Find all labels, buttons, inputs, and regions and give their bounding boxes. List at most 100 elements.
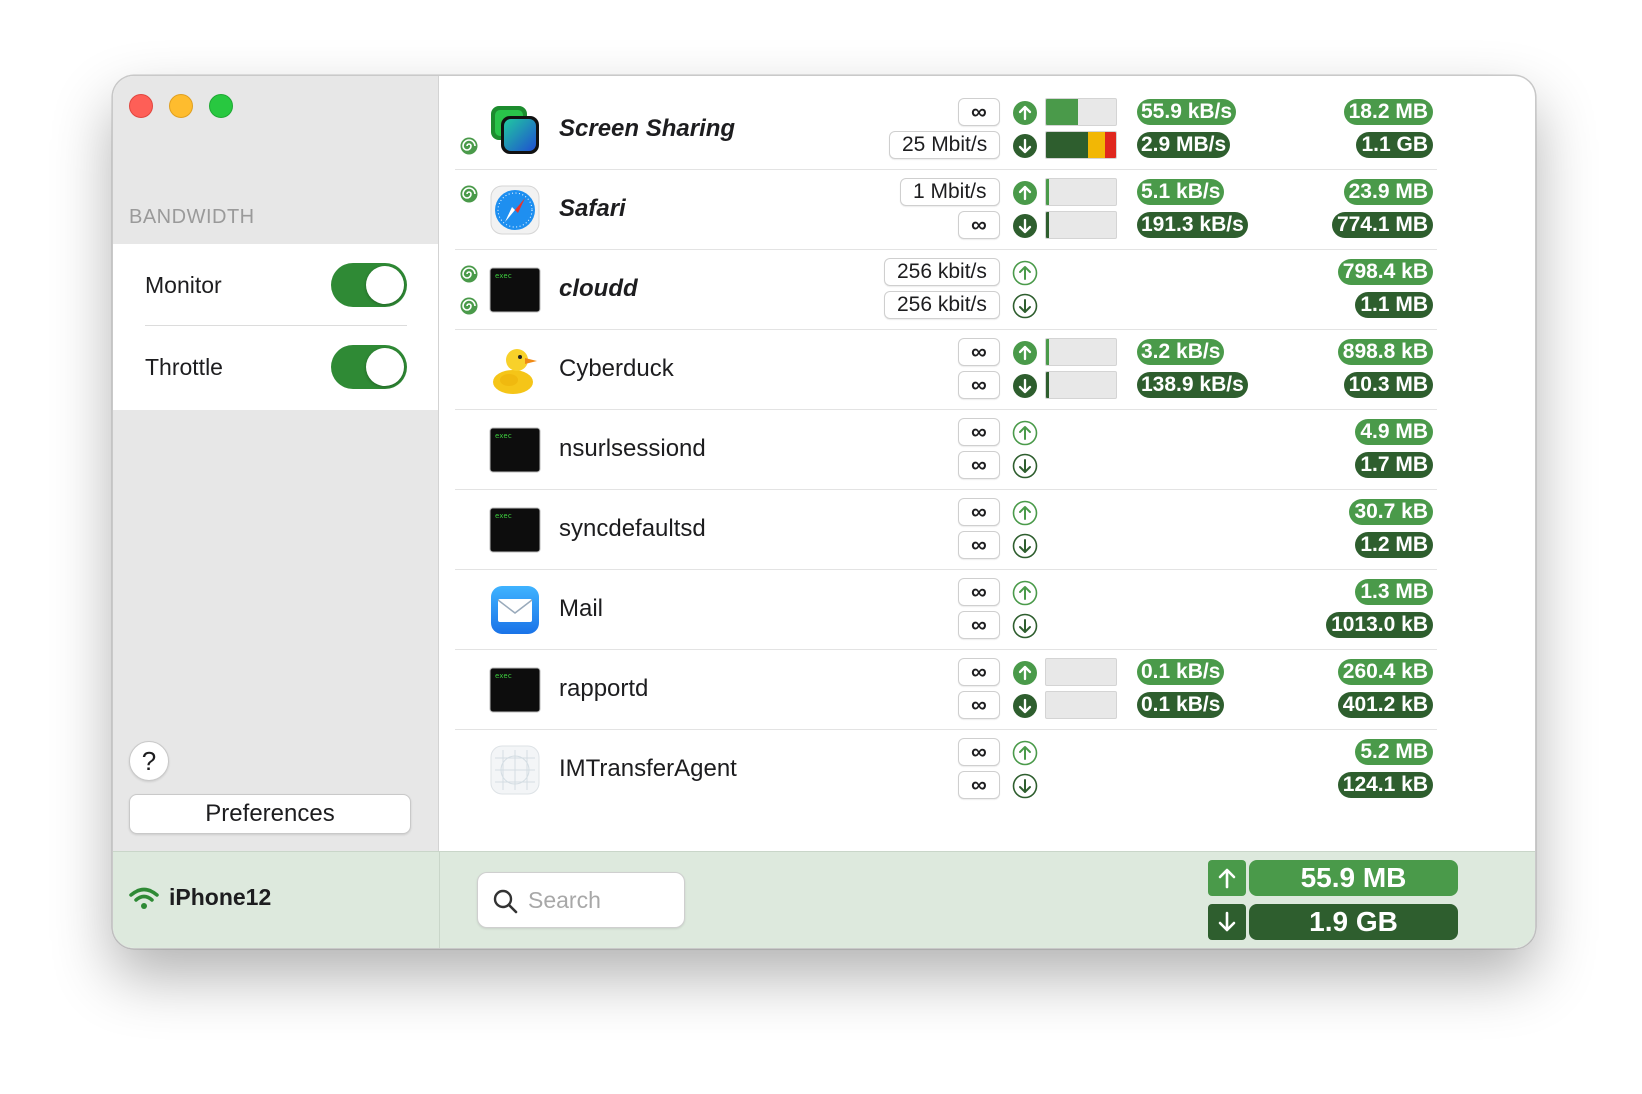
download-total: 124.1 kB: [1337, 772, 1433, 798]
download-total: 774.1 MB: [1331, 212, 1433, 238]
download-total: 10.3 MB: [1343, 372, 1433, 398]
throttle-indicators: [455, 410, 481, 490]
download-total-arrow: [1208, 904, 1246, 940]
throttle-indicators: [455, 730, 481, 810]
svg-text:exec: exec: [495, 432, 512, 440]
arrow-down-icon: [1012, 293, 1038, 319]
snail-icon: [459, 296, 479, 316]
upload-meter: [1045, 658, 1117, 686]
arrow-down-icon: [1012, 773, 1038, 799]
app-name: cloudd: [559, 275, 638, 302]
preferences-button[interactable]: Preferences: [129, 794, 411, 834]
download-limit-field[interactable]: ∞: [958, 771, 1000, 799]
download-limit-field[interactable]: 256 kbit/s: [884, 291, 1000, 319]
download-meter-fill: [1046, 212, 1049, 238]
app-list: Screen Sharing ∞ 25 Mbit/s 55.9 kB/s 2.9 MB/…: [455, 90, 1437, 810]
app-row[interactable]: Safari 1 Mbit/s ∞ 5.1 kB/s 191.3 kB/s 23.9 MB…: [455, 170, 1437, 250]
arrow-up-icon: [1012, 420, 1038, 446]
upload-limit-field[interactable]: ∞: [958, 658, 1000, 686]
exec-icon: exec: [489, 664, 541, 716]
svg-text:exec: exec: [495, 672, 512, 680]
app-row[interactable]: exec nsurlsessiond ∞ ∞ 4.9 MB 1.7 MB: [455, 410, 1437, 490]
throttle-indicators: [455, 650, 481, 730]
app-window: BANDWIDTH Monitor Throttle ? Preferences…: [112, 75, 1536, 949]
upload-rate: 0.1 kB/s: [1137, 659, 1225, 685]
total-upload: 55.9 MB: [1208, 860, 1458, 896]
download-meter: [1045, 211, 1117, 239]
monitor-toggle[interactable]: [331, 263, 407, 307]
section-title-bandwidth: BANDWIDTH: [129, 206, 255, 228]
throttle-indicators: [455, 90, 481, 170]
upload-total: 798.4 kB: [1337, 259, 1433, 285]
sidebar: BANDWIDTH Monitor Throttle ? Preferences: [113, 76, 439, 851]
download-limit-field[interactable]: ∞: [958, 451, 1000, 479]
exec-icon: exec: [489, 264, 541, 316]
arrow-up-icon: [1218, 868, 1236, 889]
search-icon: [493, 889, 518, 914]
app-row[interactable]: exec rapportd ∞ ∞ 0.1 kB/s 0.1 kB/s 260.4 kB 40…: [455, 650, 1437, 730]
upload-limit-field[interactable]: ∞: [958, 498, 1000, 526]
minimize-window-button[interactable]: [169, 94, 193, 118]
app-row[interactable]: Screen Sharing ∞ 25 Mbit/s 55.9 kB/s 2.9 MB/…: [455, 90, 1437, 170]
throttle-indicators: [455, 490, 481, 570]
download-limit-field[interactable]: ∞: [958, 211, 1000, 239]
upload-total: 4.9 MB: [1355, 419, 1433, 445]
download-limit-field[interactable]: ∞: [958, 691, 1000, 719]
upload-rate: 3.2 kB/s: [1137, 339, 1225, 365]
search-input[interactable]: [528, 883, 678, 917]
download-total: 1.1 MB: [1355, 292, 1433, 318]
download-limit-field[interactable]: 25 Mbit/s: [889, 131, 1001, 159]
download-meter: [1045, 691, 1117, 719]
footer-divider: [439, 852, 440, 948]
app-row[interactable]: Mail ∞ ∞ 1.3 MB 1013.0 kB: [455, 570, 1437, 650]
close-window-button[interactable]: [129, 94, 153, 118]
cyberduck-icon: [489, 344, 541, 396]
app-row[interactable]: Cyberduck ∞ ∞ 3.2 kB/s 138.9 kB/s 898.8 kB 10.…: [455, 330, 1437, 410]
upload-limit-field[interactable]: 1 Mbit/s: [900, 178, 1000, 206]
app-row[interactable]: exec syncdefaultsd ∞ ∞ 30.7 kB 1.2 MB: [455, 490, 1437, 570]
upload-limit-field[interactable]: ∞: [958, 98, 1000, 126]
upload-limit-field[interactable]: ∞: [958, 738, 1000, 766]
upload-total: 23.9 MB: [1343, 179, 1433, 205]
search-field[interactable]: [477, 872, 685, 928]
app-row[interactable]: IMTransferAgent ∞ ∞ 5.2 MB 124.1 kB: [455, 730, 1437, 810]
total-download-value: 1.9 GB: [1249, 904, 1458, 940]
arrow-down-icon: [1012, 693, 1038, 719]
upload-limit-field[interactable]: ∞: [958, 338, 1000, 366]
app-name: nsurlsessiond: [559, 435, 706, 462]
upload-total: 898.8 kB: [1337, 339, 1433, 365]
upload-limit-field[interactable]: ∞: [958, 418, 1000, 446]
device-name: iPhone12: [169, 884, 272, 910]
download-rate: 2.9 MB/s: [1137, 132, 1231, 158]
total-upload-value: 55.9 MB: [1249, 860, 1458, 896]
arrow-up-icon: [1012, 340, 1038, 366]
download-limit-field[interactable]: ∞: [958, 371, 1000, 399]
download-rate: 191.3 kB/s: [1137, 212, 1248, 238]
zoom-window-button[interactable]: [209, 94, 233, 118]
app-row[interactable]: exec cloudd 256 kbit/s 256 kbit/s 798.4 kB 1.…: [455, 250, 1437, 330]
bandwidth-settings-panel: Monitor Throttle: [113, 244, 438, 410]
total-download: 1.9 GB: [1208, 904, 1458, 940]
upload-total: 5.2 MB: [1355, 739, 1433, 765]
download-meter-fill: [1046, 372, 1049, 398]
arrow-down-icon: [1012, 613, 1038, 639]
download-total: 1.1 GB: [1356, 132, 1433, 158]
throttle-setting-row: Throttle: [145, 326, 407, 408]
download-limit-field[interactable]: ∞: [958, 531, 1000, 559]
toggle-knob: [366, 348, 404, 386]
upload-meter-fill: [1046, 179, 1049, 205]
help-button[interactable]: ?: [129, 741, 169, 781]
download-meter: [1045, 371, 1117, 399]
download-total: 401.2 kB: [1337, 692, 1433, 718]
download-limit-field[interactable]: ∞: [958, 611, 1000, 639]
app-name: IMTransferAgent: [559, 755, 737, 782]
arrow-up-icon: [1012, 500, 1038, 526]
upload-limit-field[interactable]: ∞: [958, 578, 1000, 606]
download-meter-fill: [1046, 132, 1116, 158]
upload-meter: [1045, 178, 1117, 206]
throttle-toggle[interactable]: [331, 345, 407, 389]
throttle-indicators: [455, 330, 481, 410]
mail-icon: [489, 584, 541, 636]
arrow-up-icon: [1012, 740, 1038, 766]
upload-limit-field[interactable]: 256 kbit/s: [884, 258, 1000, 286]
